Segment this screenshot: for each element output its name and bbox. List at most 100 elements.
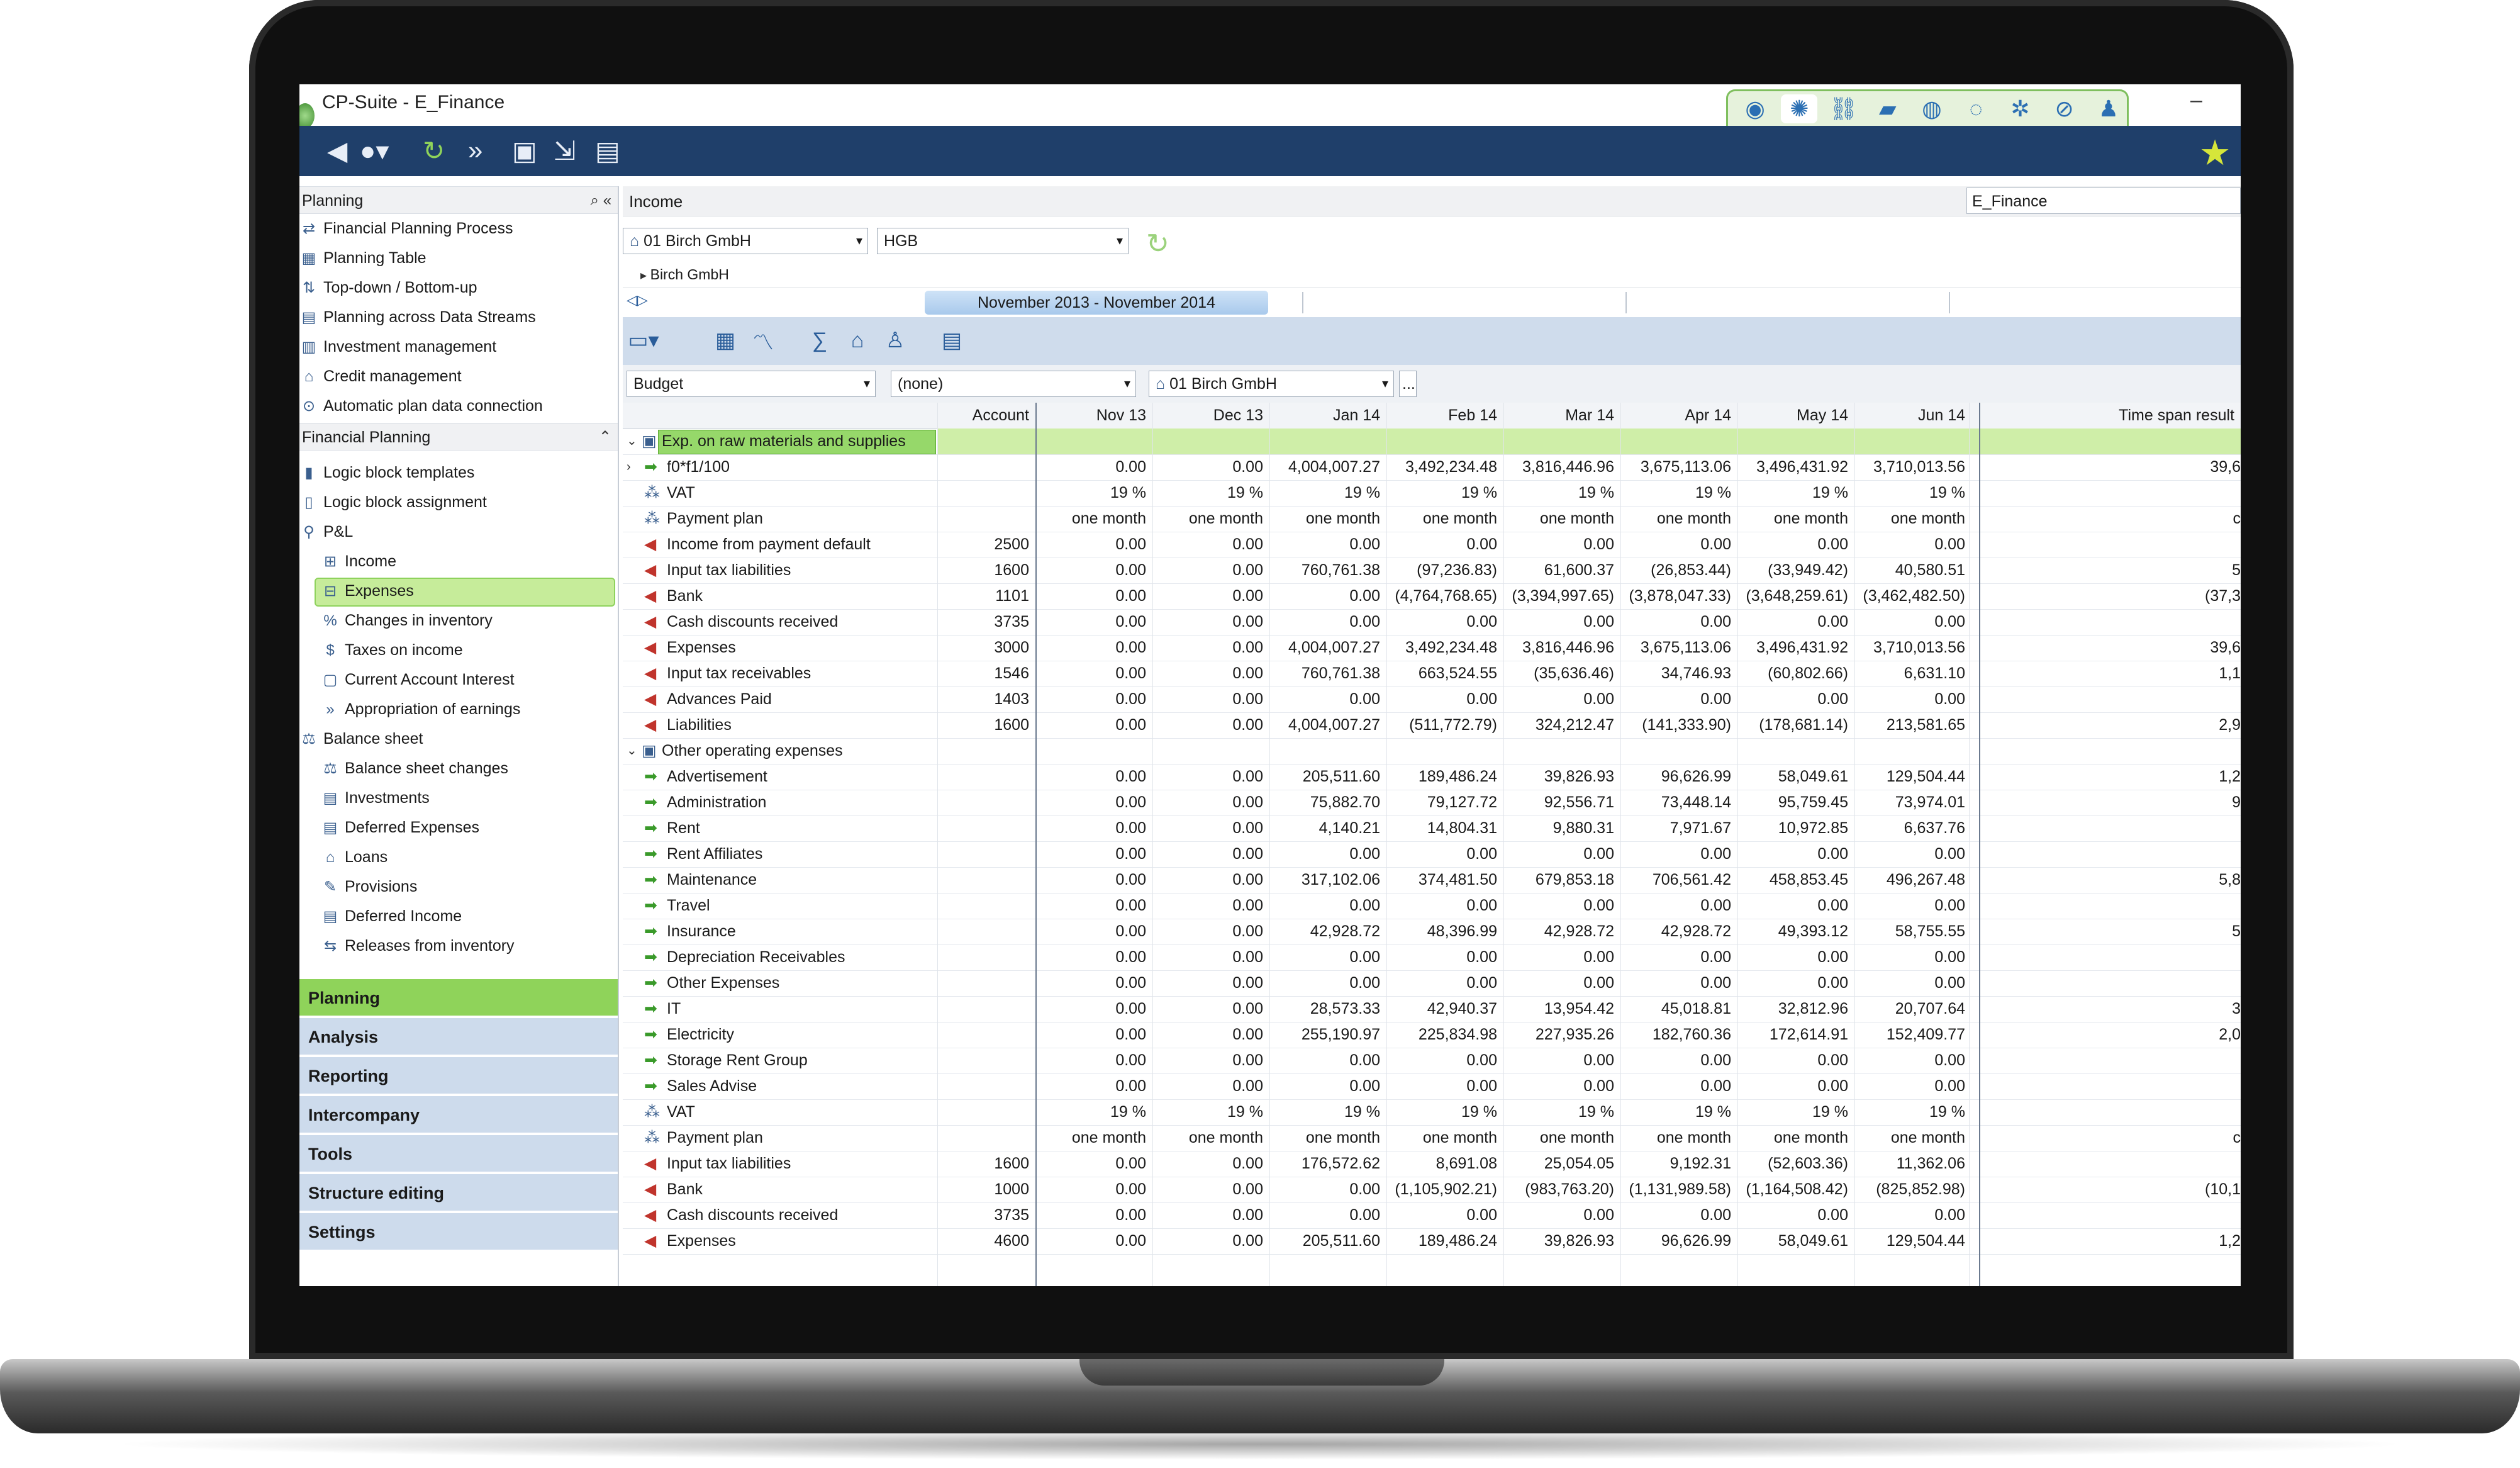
value-cell[interactable]: (4,764,768.65) [1386, 583, 1503, 609]
value-cell[interactable]: 0.00 [1503, 970, 1620, 996]
value-cell[interactable]: 0.00 [1152, 454, 1269, 480]
value-cell[interactable]: 0.00 [1737, 893, 1854, 919]
value-cell[interactable]: 0.00 [1035, 661, 1152, 686]
result-cell[interactable] [1979, 609, 2241, 635]
value-cell[interactable]: 0.00 [1503, 1048, 1620, 1073]
value-cell[interactable]: 0.00 [1269, 532, 1386, 558]
table-row[interactable]: ➡ Other Expenses 0.00 0.00 0.00 0.00 0.00 0.00 0… [623, 970, 2241, 997]
timeline-nav-icon[interactable]: ◁▷ [627, 292, 648, 308]
account-cell[interactable]: 1600 [937, 1151, 1035, 1177]
collapse-icon[interactable]: ⌄ [627, 738, 639, 764]
nav-balance-sheet[interactable]: ⚖ Balance sheet [299, 724, 423, 753]
value-cell[interactable]: 3,492,234.48 [1386, 635, 1503, 661]
value-cell[interactable]: (3,462,482.50) [1854, 583, 1971, 609]
value-cell[interactable]: 39,826.93 [1503, 764, 1620, 790]
account-cell[interactable] [937, 1022, 1035, 1048]
group-row[interactable]: ⌄ ▣ Exp. on raw materials and supplies [623, 429, 2241, 455]
nav-deferred-expenses[interactable]: ▤ Deferred Expenses [321, 813, 479, 842]
value-cell[interactable]: 189,486.24 [1386, 764, 1503, 790]
value-cell[interactable]: one month [1854, 506, 1971, 532]
value-cell[interactable]: 3,816,446.96 [1503, 454, 1620, 480]
account-cell[interactable] [937, 944, 1035, 970]
value-cell[interactable]: 0.00 [1152, 919, 1269, 944]
result-cell[interactable] [1979, 532, 2241, 558]
value-cell[interactable]: 0.00 [1737, 944, 1854, 970]
value-cell[interactable]: one month [1269, 506, 1386, 532]
value-cell[interactable]: 3,710,013.56 [1854, 635, 1971, 661]
value-cell[interactable]: 19 % [1035, 1099, 1152, 1125]
nav-financial-planning-process[interactable]: ⇄ Financial Planning Process [299, 214, 513, 243]
table-row[interactable]: ◀ Cash discounts received 3735 0.00 0.00 0.00… [623, 1202, 2241, 1229]
nav-logic-block-templates[interactable]: ▮ Logic block templates [299, 458, 474, 487]
value-cell[interactable]: 3,496,431.92 [1737, 635, 1854, 661]
table-row[interactable]: ➡ IT 0.00 0.00 28,573.33 42,940.37 13,954.42 45… [623, 996, 2241, 1023]
value-cell[interactable]: (825,852.98) [1854, 1177, 1971, 1202]
result-cell[interactable] [1979, 944, 2241, 970]
nav-planning-across-streams[interactable]: ▤ Planning across Data Streams [299, 303, 536, 332]
account-cell[interactable] [937, 790, 1035, 815]
value-cell[interactable]: 0.00 [1269, 1073, 1386, 1099]
value-cell[interactable]: 0.00 [1503, 944, 1620, 970]
module-planning[interactable]: Planning [299, 978, 618, 1016]
account-cell[interactable] [937, 506, 1035, 532]
value-cell[interactable]: 19 % [1737, 1099, 1854, 1125]
value-cell[interactable]: 0.00 [1737, 1073, 1854, 1099]
value-cell[interactable]: 255,190.97 [1269, 1022, 1386, 1048]
account-cell[interactable]: 4600 [937, 1228, 1035, 1254]
favorite-star-icon[interactable]: ★ [2199, 132, 2231, 174]
result-cell[interactable] [1979, 1099, 2241, 1125]
result-cell[interactable]: 5,8 [1979, 867, 2241, 893]
value-cell[interactable]: 0.00 [1035, 944, 1152, 970]
value-cell[interactable]: (3,648,259.61) [1737, 583, 1854, 609]
module-intercompany[interactable]: Intercompany [299, 1095, 618, 1133]
table-row[interactable]: ➡ Administration 0.00 0.00 75,882.70 79,127.7… [623, 790, 2241, 816]
value-cell[interactable]: 0.00 [1269, 893, 1386, 919]
value-cell[interactable]: 0.00 [1035, 686, 1152, 712]
value-cell[interactable]: 14,804.31 [1386, 815, 1503, 841]
value-cell[interactable]: 92,556.71 [1503, 790, 1620, 815]
result-cell[interactable] [1979, 1048, 2241, 1073]
value-cell[interactable]: 0.00 [1386, 609, 1503, 635]
value-cell[interactable]: 42,928.72 [1503, 919, 1620, 944]
value-cell[interactable]: one month [1503, 506, 1620, 532]
result-cell[interactable]: 1,1 [1979, 661, 2241, 686]
module-structure-editing[interactable]: Structure editing [299, 1173, 618, 1211]
nav-current-account-interest[interactable]: ▢ Current Account Interest [321, 665, 515, 694]
value-cell[interactable]: 49,393.12 [1737, 919, 1854, 944]
layout-icon[interactable]: ▣ [512, 135, 537, 166]
value-cell[interactable]: 6,631.10 [1854, 661, 1971, 686]
value-cell[interactable]: 3,675,113.06 [1620, 454, 1737, 480]
module-settings[interactable]: Settings [299, 1212, 618, 1250]
value-cell[interactable]: 0.00 [1035, 712, 1152, 738]
column-header[interactable]: Dec 13 [1152, 403, 1269, 429]
table-row[interactable]: ⁂ VAT 19 % 19 % 19 % 19 % 19 % 19 % 19 % 19 % [623, 480, 2241, 507]
value-cell[interactable]: (178,681.14) [1737, 712, 1854, 738]
column-header[interactable]: Apr 14 [1620, 403, 1737, 429]
value-cell[interactable]: 0.00 [1152, 841, 1269, 867]
table-row[interactable]: ◀ Bank 1000 0.00 0.00 0.00 (1,105,902.21) (983,… [623, 1177, 2241, 1203]
value-cell[interactable]: 0.00 [1152, 1151, 1269, 1177]
nav-loans[interactable]: ⌂ Loans [321, 843, 387, 871]
result-cell[interactable]: (10,1 [1979, 1177, 2241, 1202]
value-cell[interactable]: 40,580.51 [1854, 558, 1971, 583]
context-field[interactable]: E_Finance [1966, 188, 2241, 214]
value-cell[interactable]: one month [1737, 506, 1854, 532]
period-range[interactable]: November 2013 - November 2014 [925, 291, 1268, 315]
value-cell[interactable]: one month [1152, 1125, 1269, 1151]
result-cell[interactable] [1979, 841, 2241, 867]
value-cell[interactable]: 0.00 [1854, 1202, 1971, 1228]
value-cell[interactable]: 0.00 [1386, 970, 1503, 996]
value-cell[interactable]: 0.00 [1152, 996, 1269, 1022]
column-header[interactable]: Time span result [1979, 403, 2241, 429]
value-cell[interactable]: 4,004,007.27 [1269, 635, 1386, 661]
collapse-icon[interactable]: ⌄ [627, 429, 639, 454]
value-cell[interactable]: 19 % [1503, 480, 1620, 506]
value-cell[interactable]: 0.00 [1620, 944, 1737, 970]
settings-icon[interactable]: ✲ [2002, 94, 2038, 123]
table-row[interactable]: ◀ Input tax receivables 1546 0.00 0.00 760,76… [623, 661, 2241, 687]
table-row[interactable]: ◀ Cash discounts received 3735 0.00 0.00 0.00… [623, 609, 2241, 636]
value-cell[interactable]: 679,853.18 [1503, 867, 1620, 893]
value-cell[interactable]: 182,760.36 [1620, 1022, 1737, 1048]
nav-income[interactable]: ⊞ Income [321, 547, 396, 576]
back-icon[interactable]: ◀ [327, 135, 347, 166]
